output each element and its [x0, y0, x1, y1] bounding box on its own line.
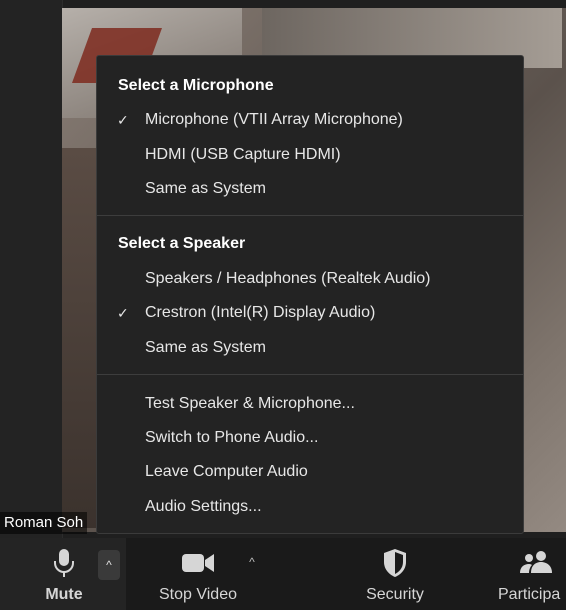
menu-item-label: Test Speaker & Microphone... [145, 395, 355, 412]
menu-item-label: Speakers / Headphones (Realtek Audio) [145, 270, 431, 287]
menu-item-label: Switch to Phone Audio... [145, 429, 319, 446]
menu-item-label: Same as System [145, 339, 266, 356]
participants-button[interactable]: Participa [494, 538, 566, 610]
mute-button[interactable]: Mute [26, 538, 102, 610]
check-icon: ✓ [117, 112, 129, 128]
audio-settings-item[interactable]: Audio Settings... [97, 492, 523, 522]
microphone-option-vtii[interactable]: ✓ Microphone (VTII Array Microphone) [97, 105, 523, 135]
menu-item-label: HDMI (USB Capture HDMI) [145, 146, 341, 163]
video-options-caret-button[interactable]: ^ [244, 550, 260, 574]
meeting-toolbar: Mute ^ Stop Video ^ Security Participa [0, 538, 566, 610]
menu-divider [97, 374, 523, 375]
menu-item-label: Crestron (Intel(R) Display Audio) [145, 304, 376, 321]
participant-name-tag: Roman Soh [0, 512, 88, 534]
mute-label: Mute [45, 586, 83, 603]
menu-item-label: Microphone (VTII Array Microphone) [145, 111, 403, 128]
microphone-icon [54, 549, 74, 577]
speaker-option-realtek[interactable]: Speakers / Headphones (Realtek Audio) [97, 264, 523, 294]
audio-options-menu: Select a Microphone ✓ Microphone (VTII A… [96, 55, 524, 534]
security-label: Security [366, 586, 424, 603]
microphone-section-header: Select a Microphone [118, 77, 274, 94]
menu-item-label: Same as System [145, 180, 266, 197]
participants-icon [520, 551, 552, 573]
speaker-option-crestron[interactable]: ✓ Crestron (Intel(R) Display Audio) [97, 298, 523, 328]
menu-divider [97, 215, 523, 216]
microphone-option-same-as-system[interactable]: Same as System [97, 174, 523, 204]
speaker-section-header: Select a Speaker [118, 235, 246, 252]
speaker-option-same-as-system[interactable]: Same as System [97, 333, 523, 363]
shield-icon [384, 549, 406, 577]
switch-to-phone-audio-item[interactable]: Switch to Phone Audio... [97, 423, 523, 453]
video-camera-icon [182, 554, 214, 572]
leave-computer-audio-item[interactable]: Leave Computer Audio [97, 457, 523, 487]
participants-label: Participa [498, 586, 561, 603]
stop-video-label: Stop Video [159, 586, 237, 603]
stop-video-button[interactable]: Stop Video [146, 538, 250, 610]
left-panel [0, 0, 63, 538]
menu-item-label: Leave Computer Audio [145, 463, 308, 480]
security-button[interactable]: Security [352, 538, 438, 610]
audio-options-caret-button[interactable]: ^ [98, 550, 120, 580]
test-speaker-microphone-item[interactable]: Test Speaker & Microphone... [97, 389, 523, 419]
menu-item-label: Audio Settings... [145, 498, 262, 515]
check-icon: ✓ [117, 305, 129, 321]
microphone-option-hdmi[interactable]: HDMI (USB Capture HDMI) [97, 140, 523, 170]
